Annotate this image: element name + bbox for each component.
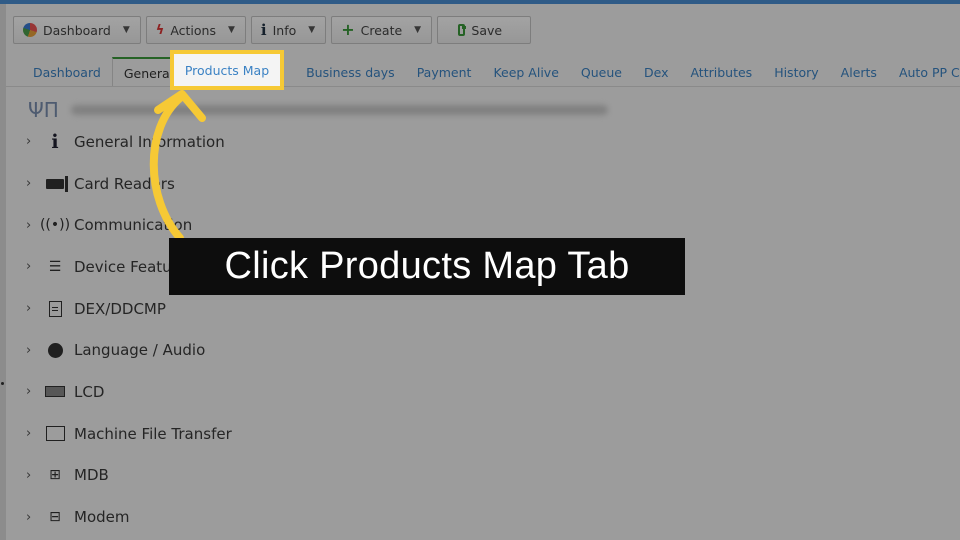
actions-button-label: Actions [170, 22, 216, 38]
content-header: ΨΠ [28, 98, 608, 122]
card-reader-icon [45, 175, 68, 193]
modem-icon: ⊟ [49, 509, 61, 526]
tab-queue[interactable]: Queue [570, 57, 633, 87]
chevron-right-icon: › [26, 217, 32, 233]
tree-item-label: Language / Audio [74, 341, 206, 360]
tab-dashboard[interactable]: Dashboard [22, 57, 112, 87]
tab-business-days[interactable]: Business days [295, 57, 406, 87]
create-button[interactable]: + Create ▼ [331, 16, 433, 44]
tree-item-mdb[interactable]: › ⊞ MDB [26, 455, 232, 497]
info-button-label: Info [272, 22, 297, 38]
create-button-label: Create [360, 22, 403, 38]
instruction-callout: Click Products Map Tab [169, 238, 685, 295]
tree-item-label: DEX/DDCMP [74, 299, 166, 318]
antenna-icon: ((•)) [39, 217, 71, 234]
tree-item-modem[interactable]: › ⊟ Modem [26, 496, 232, 538]
tab-dex[interactable]: Dex [633, 57, 680, 87]
left-rail [0, 4, 6, 540]
chevron-right-icon: › [26, 259, 32, 275]
info-icon: i [51, 130, 59, 153]
top-accent-bar [0, 0, 960, 4]
ftp-icon [45, 425, 65, 443]
plus-icon: + [341, 20, 355, 39]
tab-payment[interactable]: Payment [406, 57, 483, 87]
tab-keep-alive[interactable]: Keep Alive [482, 57, 569, 87]
tree-item-machine-file-transfer[interactable]: › Machine File Transfer [26, 413, 232, 455]
tree-item-label: LCD [74, 382, 105, 401]
chevron-down-icon: ▼ [122, 25, 130, 35]
tree-item-lcd[interactable]: › LCD [26, 371, 232, 413]
save-icon [458, 24, 467, 36]
chevron-down-icon: ▼ [414, 25, 422, 35]
tree-item-label: Modem [74, 508, 130, 527]
dashboard-button-label: Dashboard [43, 22, 111, 38]
info-icon: i [260, 21, 267, 39]
chevron-right-icon: › [26, 467, 32, 483]
chevron-down-icon: ▼ [308, 25, 316, 35]
toolbar: Dashboard ▼ ϟ Actions ▼ i Info ▼ + Creat… [13, 16, 532, 46]
globe-icon [45, 341, 65, 359]
lcd-icon [45, 383, 65, 401]
tab-products-map[interactable]: Products Map [170, 50, 284, 90]
fork-spoon-icon: ΨΠ [28, 98, 59, 122]
tab-auto-pp-cards[interactable]: Auto PP Cards [888, 57, 960, 87]
tab-attributes[interactable]: Attributes [679, 57, 763, 87]
chevron-right-icon: › [26, 134, 32, 150]
tabs-divider [6, 86, 960, 87]
rail-handle[interactable] [1, 382, 4, 385]
actions-button[interactable]: ϟ Actions ▼ [145, 16, 246, 44]
tab-history[interactable]: History [763, 57, 829, 87]
tab-alerts[interactable]: Alerts [830, 57, 888, 87]
dashboard-button[interactable]: Dashboard ▼ [13, 16, 141, 44]
chevron-right-icon: › [26, 509, 32, 525]
chevron-right-icon: › [26, 301, 32, 317]
pie-chart-icon [23, 23, 37, 37]
mdb-icon: ⊞ [49, 467, 61, 484]
list-icon: ☰ [48, 258, 62, 275]
callout-text: Click Products Map Tab [224, 245, 630, 287]
info-button[interactable]: i Info ▼ [250, 16, 327, 44]
document-icon [45, 300, 65, 318]
tab-products-map-label: Products Map [184, 62, 270, 78]
tree-item-label: Machine File Transfer [74, 424, 232, 443]
tree-item-label: MDB [74, 466, 109, 485]
chevron-right-icon: › [26, 426, 32, 442]
chevron-down-icon: ▼ [228, 25, 235, 35]
chevron-right-icon: › [26, 342, 32, 358]
tab-bar: Dashboard General Business days Payment … [22, 57, 960, 87]
tree-item-language-audio[interactable]: › Language / Audio [26, 329, 232, 371]
chevron-right-icon: › [26, 384, 32, 400]
chevron-right-icon: › [26, 176, 32, 192]
lightning-icon: ϟ [155, 22, 165, 38]
save-button-label: Save [471, 22, 503, 38]
save-button[interactable]: Save [437, 16, 532, 44]
pointer-arrow-icon [149, 90, 206, 242]
